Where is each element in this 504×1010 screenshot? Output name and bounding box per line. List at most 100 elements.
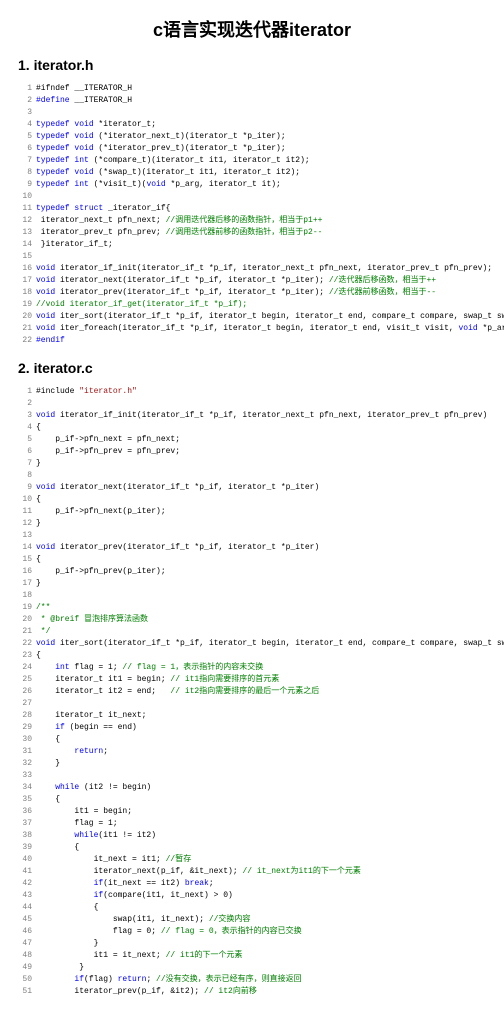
- line-content: p_if->pfn_prev(p_iter);: [36, 566, 166, 578]
- code-line: 2#define __ITERATOR_H: [18, 95, 486, 107]
- line-number: 8: [18, 470, 32, 482]
- line-number: 5: [18, 434, 32, 446]
- line-number: 12: [18, 518, 32, 530]
- line-content: iterator_prev(p_if, &it2); // it2向前移: [36, 986, 257, 998]
- line-content: {: [36, 422, 41, 434]
- code-line: 43 if(compare(it1, it_next) > 0): [18, 890, 486, 902]
- line-number: 22: [18, 335, 32, 347]
- code-line: 4{: [18, 422, 486, 434]
- line-content: p_if->pfn_prev = pfn_prev;: [36, 446, 180, 458]
- line-number: 11: [18, 203, 32, 215]
- line-number: 50: [18, 974, 32, 986]
- line-content: p_if->pfn_next(p_iter);: [36, 506, 166, 518]
- code-line: 18: [18, 590, 486, 602]
- code-line: 15: [18, 251, 486, 263]
- code-line: 15{: [18, 554, 486, 566]
- line-content: p_if->pfn_next = pfn_next;: [36, 434, 180, 446]
- line-content: }: [36, 758, 60, 770]
- line-number: 21: [18, 626, 32, 638]
- code-line: 49 }: [18, 962, 486, 974]
- code-line: 45 swap(it1, it_next); //交换内容: [18, 914, 486, 926]
- line-content: it1 = begin;: [36, 806, 132, 818]
- code-line: 8typedef void (*swap_t)(iterator_t it1, …: [18, 167, 486, 179]
- line-number: 2: [18, 398, 32, 410]
- line-content: it1 = it_next; // it1的下一个元素: [36, 950, 242, 962]
- line-number: 10: [18, 191, 32, 203]
- code-line: 21void iter_foreach(iterator_if_t *p_if,…: [18, 323, 486, 335]
- line-number: 42: [18, 878, 32, 890]
- section-iterator-h: 1. iterator.h: [18, 56, 486, 75]
- line-content: #ifndef __ITERATOR_H: [36, 83, 132, 95]
- code-line: 13 iterator_prev_t pfn_prev; //调用迭代器前移的函…: [18, 227, 486, 239]
- line-number: 49: [18, 962, 32, 974]
- line-number: 17: [18, 275, 32, 287]
- line-number: 37: [18, 818, 32, 830]
- line-content: typedef void *iterator_t;: [36, 119, 156, 131]
- line-content: iterator_next_t pfn_next; //调用迭代器后移的函数指针…: [36, 215, 322, 227]
- code-line: 1#include "iterator.h": [18, 386, 486, 398]
- line-content: }: [36, 578, 41, 590]
- code-line: 17}: [18, 578, 486, 590]
- line-content: void iter_foreach(iterator_if_t *p_if, i…: [36, 323, 504, 335]
- line-number: 7: [18, 155, 32, 167]
- line-number: 11: [18, 506, 32, 518]
- line-number: 39: [18, 842, 32, 854]
- code-line: 26 iterator_t it2 = end; // it2指向需要排序的最后…: [18, 686, 486, 698]
- line-content: void iterator_next(iterator_if_t *p_if, …: [36, 275, 436, 287]
- code-line: 41 iterator_next(p_if, &it_next); // it_…: [18, 866, 486, 878]
- code-line: 6 p_if->pfn_prev = pfn_prev;: [18, 446, 486, 458]
- code-line: 14void iterator_prev(iterator_if_t *p_if…: [18, 542, 486, 554]
- page-title: c语言实现迭代器iterator: [18, 18, 486, 42]
- code-line: 22void iter_sort(iterator_if_t *p_if, it…: [18, 638, 486, 650]
- line-content: typedef int (*compare_t)(iterator_t it1,…: [36, 155, 310, 167]
- code-line: 29 if (begin == end): [18, 722, 486, 734]
- code-line: 27: [18, 698, 486, 710]
- code-line: 17 void iterator_next(iterator_if_t *p_if…: [18, 275, 486, 287]
- line-number: 43: [18, 890, 32, 902]
- line-number: 7: [18, 458, 32, 470]
- line-content: }: [36, 962, 84, 974]
- code-line: 36 it1 = begin;: [18, 806, 486, 818]
- line-content: typedef int (*visit_t)(void *p_arg, iter…: [36, 179, 281, 191]
- line-number: 48: [18, 950, 32, 962]
- code-line: 19//void iterator_if_get(iterator_if_t *…: [18, 299, 486, 311]
- line-number: 28: [18, 710, 32, 722]
- code-line: 37 flag = 1;: [18, 818, 486, 830]
- line-content: it_next = it1; //暂存: [36, 854, 191, 866]
- line-number: 1: [18, 83, 32, 95]
- code-line: 7}: [18, 458, 486, 470]
- line-content: void iterator_prev(iterator_if_t *p_if, …: [36, 287, 436, 299]
- code-line: 23{: [18, 650, 486, 662]
- section-iterator-c: 2. iterator.c: [18, 359, 486, 378]
- line-number: 38: [18, 830, 32, 842]
- code-line: 30 {: [18, 734, 486, 746]
- line-number: 9: [18, 179, 32, 191]
- code-line: 33: [18, 770, 486, 782]
- code-line: 3void iterator_if_init(iterator_if_t *p_…: [18, 410, 486, 422]
- code-line: 11 p_if->pfn_next(p_iter);: [18, 506, 486, 518]
- line-content: void iterator_prev(iterator_if_t *p_if, …: [36, 542, 319, 554]
- code-line: 10{: [18, 494, 486, 506]
- line-content: swap(it1, it_next); //交换内容: [36, 914, 250, 926]
- line-content: typedef void (*swap_t)(iterator_t it1, i…: [36, 167, 300, 179]
- line-number: 3: [18, 410, 32, 422]
- code-line: 2: [18, 398, 486, 410]
- line-content: #endif: [36, 335, 65, 347]
- code-line: 16 p_if->pfn_prev(p_iter);: [18, 566, 486, 578]
- code-line: 16void iterator_if_init(iterator_if_t *p…: [18, 263, 486, 275]
- code-line: 1 #ifndef __ITERATOR_H: [18, 83, 486, 95]
- code-line: 28 iterator_t it_next;: [18, 710, 486, 722]
- line-content: iterator_t it1 = begin; // it1指向需要排序的首元素: [36, 674, 279, 686]
- code-line: 34 while (it2 != begin): [18, 782, 486, 794]
- code-line: 19/**: [18, 602, 486, 614]
- line-number: 51: [18, 986, 32, 998]
- code-line: 18void iterator_prev(iterator_if_t *p_if…: [18, 287, 486, 299]
- line-number: 16: [18, 566, 32, 578]
- line-number: 41: [18, 866, 32, 878]
- line-number: 6: [18, 446, 32, 458]
- line-number: 17: [18, 578, 32, 590]
- line-content: }: [36, 938, 98, 950]
- line-number: 10: [18, 494, 32, 506]
- line-number: 19: [18, 602, 32, 614]
- code-line: 47 }: [18, 938, 486, 950]
